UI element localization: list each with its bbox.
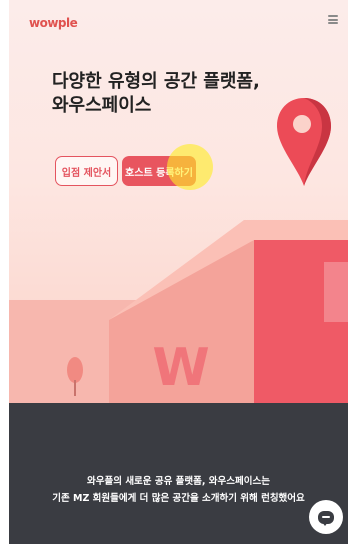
- footer-description: 와우플의 새로운 공유 플랫폼, 와우스페이스는 기존 MZ 회원들에게 더 많…: [9, 473, 348, 507]
- building-illustration: W: [9, 220, 348, 403]
- brand-logo[interactable]: wowple: [29, 16, 78, 30]
- proposal-button[interactable]: 입점 제안서: [55, 156, 118, 186]
- chat-icon: [318, 510, 334, 526]
- page-title: 다양한 유형의 공간 플랫폼, 와우스페이스: [52, 70, 260, 118]
- location-pin-icon: [277, 98, 331, 186]
- hero-section: W wowple 다양한 유형의 공간 플랫폼, 와우스페이스 입점 제안서 호…: [9, 0, 348, 403]
- building-w-mark: W: [152, 338, 209, 398]
- click-highlight: [167, 144, 213, 190]
- tree-icon: [67, 357, 83, 396]
- footer-line-1: 와우플의 새로운 공유 플랫폼, 와우스페이스는: [87, 476, 270, 487]
- hamburger-menu-icon[interactable]: [328, 15, 338, 24]
- title-line-1: 다양한 유형의 공간 플랫폼,: [52, 71, 260, 92]
- app-frame: W wowple 다양한 유형의 공간 플랫폼, 와우스페이스 입점 제안서 호…: [9, 0, 348, 544]
- chat-button[interactable]: [309, 500, 343, 534]
- title-line-2: 와우스페이스: [52, 95, 152, 116]
- footer-line-2: 기존 MZ 회원들에게 더 많은 공간을 소개하기 위해 런칭했어요: [52, 493, 305, 504]
- footer-section: 와우플의 새로운 공유 플랫폼, 와우스페이스는 기존 MZ 회원들에게 더 많…: [9, 403, 348, 544]
